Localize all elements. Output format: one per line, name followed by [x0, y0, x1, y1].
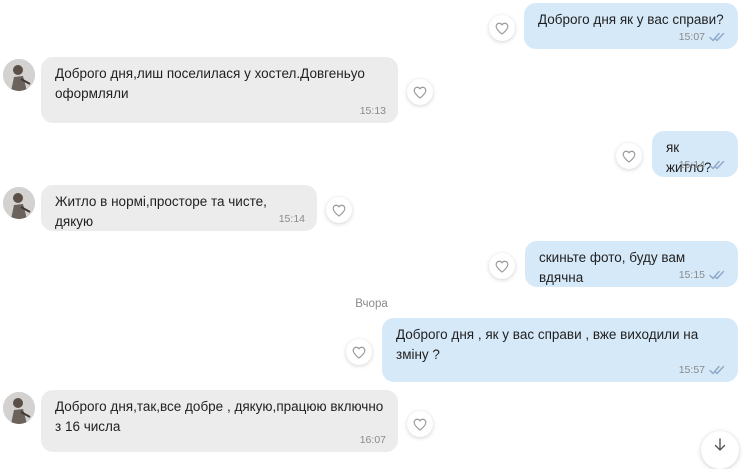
message-bubble-incoming[interactable]: Доброго дня,так,все добре , дякую,працюю… — [41, 390, 398, 452]
heart-icon — [495, 260, 509, 273]
heart-icon — [352, 346, 366, 359]
message-text: Доброго дня як у вас справи? — [538, 12, 724, 27]
message-bubble-incoming[interactable]: Житло в нормі,просторе та чисте, дякую 1… — [41, 185, 317, 231]
double-check-icon — [709, 32, 725, 42]
message-text: Доброго дня , як у вас справи , вже вихо… — [396, 327, 699, 362]
message-bubble-outgoing[interactable]: як житло? 15:14 — [652, 131, 738, 177]
message-time: 15:14 — [278, 213, 305, 225]
message-meta: 15:14 — [279, 212, 305, 226]
message-meta: 15:14 — [679, 158, 726, 172]
message-time: 15:07 — [678, 31, 705, 43]
double-check-icon — [709, 160, 725, 170]
react-heart-button[interactable] — [346, 339, 372, 365]
message-time: 15:13 — [359, 105, 386, 117]
message-bubble-incoming[interactable]: Доброго дня,лиш поселилася у хостел.Довг… — [41, 57, 398, 123]
message-time: 15:57 — [678, 364, 705, 376]
heart-icon — [622, 150, 636, 163]
message-meta: 16:07 — [360, 433, 386, 447]
contact-avatar[interactable] — [3, 187, 35, 219]
heart-icon — [413, 86, 427, 99]
avatar-image — [3, 187, 35, 219]
message-time: 16:07 — [359, 434, 386, 446]
react-heart-button[interactable] — [407, 79, 433, 105]
double-check-icon — [709, 365, 725, 375]
avatar-image — [3, 59, 35, 91]
heart-icon — [332, 204, 346, 217]
heart-icon — [495, 22, 509, 35]
heart-icon — [413, 418, 427, 431]
react-heart-button[interactable] — [326, 197, 352, 223]
date-separator: Вчора — [355, 298, 388, 310]
react-heart-button[interactable] — [489, 15, 515, 41]
react-heart-button[interactable] — [407, 411, 433, 437]
react-heart-button[interactable] — [616, 143, 642, 169]
contact-avatar[interactable] — [3, 392, 35, 424]
message-time: 15:14 — [678, 159, 705, 171]
message-text: Доброго дня,так,все добре , дякую,працюю… — [55, 399, 384, 434]
message-time: 15:15 — [678, 269, 705, 281]
avatar-image — [3, 392, 35, 424]
message-bubble-outgoing[interactable]: Доброго дня , як у вас справи , вже вихо… — [382, 318, 738, 382]
message-meta: 15:13 — [360, 104, 386, 118]
message-text: Житло в нормі,просторе та чисте, дякую — [55, 194, 267, 229]
message-meta: 15:15 — [679, 268, 726, 282]
message-meta: 15:07 — [679, 30, 726, 44]
message-meta: 15:57 — [679, 363, 726, 377]
message-bubble-outgoing[interactable]: скиньте фото, буду вам вдячна 15:15 — [525, 241, 738, 287]
react-heart-button[interactable] — [489, 253, 515, 279]
message-bubble-outgoing[interactable]: Доброго дня як у вас справи? 15:07 — [524, 3, 738, 49]
contact-avatar[interactable] — [3, 59, 35, 91]
message-text: Доброго дня,лиш поселилася у хостел.Довг… — [55, 66, 365, 101]
scroll-down-button[interactable] — [701, 431, 739, 469]
double-check-icon — [709, 270, 725, 280]
